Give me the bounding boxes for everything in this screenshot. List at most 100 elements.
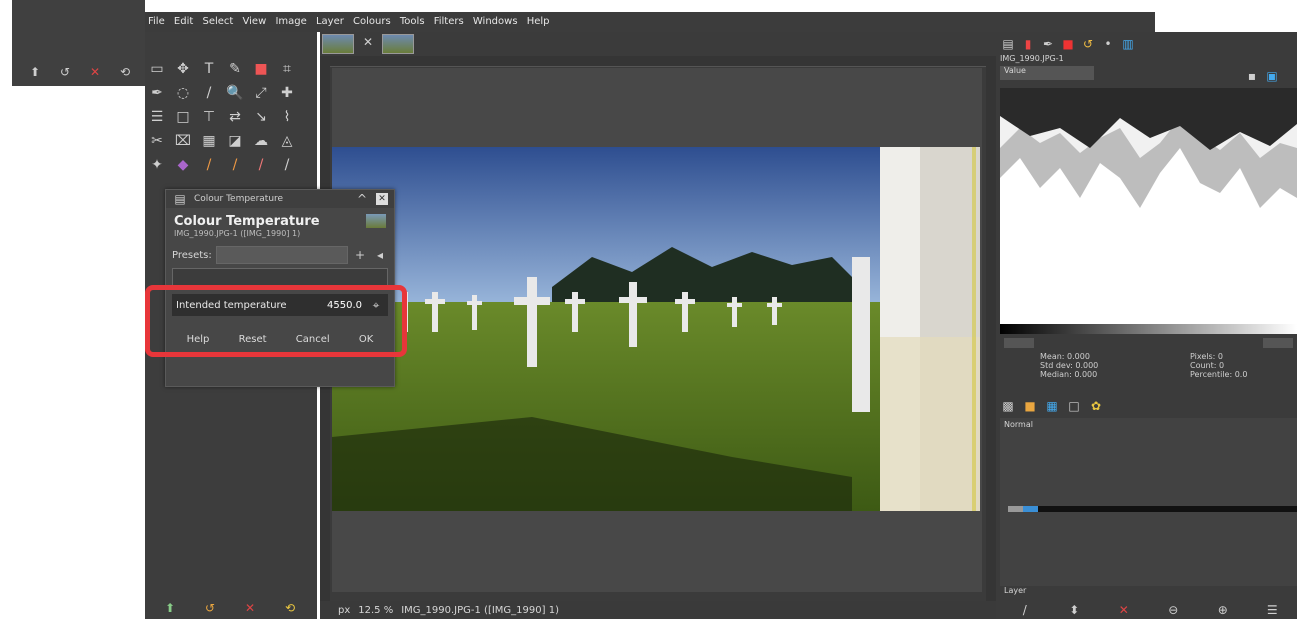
value-gradient <box>1000 324 1297 334</box>
image-tab-2[interactable] <box>382 34 414 54</box>
menu-tools[interactable]: Tools <box>397 12 428 31</box>
histogram-stats: Mean: 0.000 Std dev: 0.000 Median: 0.000… <box>1000 352 1297 392</box>
original-temp-slider[interactable] <box>172 268 388 286</box>
stat-count: Count: 0 <box>1190 361 1225 370</box>
menu-image[interactable]: Image <box>272 12 309 31</box>
tool-grid: ▭ ✥ T ✎ ■ ⌗ ✒ ◌ / 🔍 ⤢ ✚ ☰ □ ⊤ ⇄ ↘ ⌇ ✂ ⌧ … <box>146 58 316 176</box>
units-select[interactable]: px <box>338 605 350 616</box>
clone-icon[interactable]: ⌧ <box>172 130 194 152</box>
menu-view[interactable]: View <box>240 12 270 31</box>
image-tab-1[interactable] <box>322 34 354 54</box>
smudge-icon[interactable]: ☁ <box>250 130 272 152</box>
measure-icon[interactable]: / <box>198 82 220 104</box>
color-select-icon[interactable]: ■ <box>250 58 272 80</box>
zoom-icon[interactable]: 🔍 <box>224 82 246 104</box>
range-start-field[interactable] <box>1004 338 1034 348</box>
eraser-icon[interactable]: / <box>250 154 272 176</box>
ink-icon[interactable]: / <box>224 154 246 176</box>
histogram[interactable] <box>1000 88 1297 324</box>
horizontal-ruler[interactable] <box>320 56 996 67</box>
fuzzy-select-icon[interactable]: ✎ <box>224 58 246 80</box>
palettes-tab-icon[interactable]: ✿ <box>1088 398 1104 414</box>
menu-file[interactable]: File <box>145 12 168 31</box>
vertical-scrollbar[interactable] <box>986 66 996 606</box>
dialog-icon: ▤ <box>174 192 186 206</box>
minimize-icon[interactable]: ^ <box>354 191 370 207</box>
warp-icon[interactable]: ↘ <box>250 106 272 128</box>
raise-icon[interactable]: ⊕ <box>1215 602 1231 618</box>
menu-colours[interactable]: Colours <box>350 12 394 31</box>
brush-edit-icon[interactable]: / <box>1017 602 1033 618</box>
histogram-tab-icon[interactable]: ▥ <box>1120 36 1136 52</box>
align-left-icon[interactable]: ☰ <box>146 106 168 128</box>
airbrush-icon[interactable]: ◆ <box>172 154 194 176</box>
duplicate-icon[interactable]: ⬍ <box>1066 602 1082 618</box>
menu-select[interactable]: Select <box>199 12 236 31</box>
patterns-tab-icon[interactable]: ■ <box>1022 398 1038 414</box>
dialog-title: Colour Temperature <box>194 194 284 204</box>
text-icon[interactable]: T <box>198 58 220 80</box>
menu-icon[interactable]: ☰ <box>1264 602 1280 618</box>
rect-select-icon[interactable]: ▭ <box>146 58 168 80</box>
lower-icon[interactable]: ⊖ <box>1165 602 1181 618</box>
flip-icon[interactable]: ⇄ <box>224 106 246 128</box>
path-icon[interactable]: ✒ <box>146 82 168 104</box>
gradients-tab-icon[interactable]: ▦ <box>1044 398 1060 414</box>
add-preset-icon[interactable]: + <box>352 247 368 263</box>
log-scale-icon[interactable]: ▣ <box>1264 68 1280 84</box>
move-icon[interactable]: ✥ <box>172 58 194 80</box>
layers-bottom-icons: / ⬍ ✕ ⊖ ⊕ ☰ <box>1000 602 1297 618</box>
preset-menu-icon[interactable]: ◂ <box>372 247 388 263</box>
menu-filters[interactable]: Filters <box>431 12 467 31</box>
gradient-icon[interactable]: ▦ <box>198 130 220 152</box>
undo-tab-icon[interactable]: ↺ <box>1080 36 1096 52</box>
range-end-field[interactable] <box>1263 338 1293 348</box>
align-icon[interactable]: ✚ <box>276 82 298 104</box>
dialog-titlebar[interactable]: ▤ Colour Temperature ^ ✕ <box>166 190 394 208</box>
fill-icon[interactable]: ◪ <box>224 130 246 152</box>
menu-layer[interactable]: Layer <box>313 12 347 31</box>
zoom-select[interactable]: 12.5 % <box>358 605 393 616</box>
undo-icon[interactable]: ↺ <box>57 64 73 80</box>
undo-icon[interactable]: ↺ <box>202 600 218 616</box>
delete-icon[interactable]: ✕ <box>242 600 258 616</box>
close-tab-icon[interactable]: ✕ <box>360 34 376 50</box>
fonts-tab-icon[interactable]: □ <box>1066 398 1082 414</box>
brushes-tab-icon[interactable]: ▩ <box>1000 398 1016 414</box>
mypaint-icon[interactable]: / <box>276 154 298 176</box>
brush-icon[interactable]: ✦ <box>146 154 168 176</box>
menu-edit[interactable]: Edit <box>171 12 196 31</box>
export-icon[interactable]: ⬆ <box>162 600 178 616</box>
linear-scale-icon[interactable]: ▪ <box>1244 68 1260 84</box>
pointer-tab-icon[interactable]: • <box>1100 36 1116 52</box>
perspective-icon[interactable]: ⊤ <box>198 106 220 128</box>
dodge-icon[interactable]: ◬ <box>276 130 298 152</box>
stat-pixels: Pixels: 0 <box>1190 352 1223 361</box>
presets-combo[interactable] <box>215 246 348 264</box>
image-canvas[interactable] <box>332 147 980 511</box>
paths-tab-icon[interactable]: ✒ <box>1040 36 1056 52</box>
free-select-icon[interactable]: ◌ <box>172 82 194 104</box>
menu-help[interactable]: Help <box>524 12 553 31</box>
channel-combo[interactable]: Value <box>1000 66 1094 80</box>
reset-icon[interactable]: ⟲ <box>282 600 298 616</box>
delete-layer-icon[interactable]: ✕ <box>1116 602 1132 618</box>
heal-icon[interactable]: ✂ <box>146 130 168 152</box>
colormap-tab-icon[interactable]: ■ <box>1060 36 1076 52</box>
export-icon[interactable]: ⬆ <box>27 64 43 80</box>
menu-windows[interactable]: Windows <box>470 12 521 31</box>
scale-icon[interactable]: □ <box>172 106 194 128</box>
layers-tab-icon[interactable]: ▤ <box>1000 36 1016 52</box>
layers-panel: Normal Layer <box>1000 418 1297 595</box>
close-icon[interactable]: ✕ <box>376 193 388 205</box>
delete-icon[interactable]: ✕ <box>87 64 103 80</box>
transform-icon[interactable]: ⤢ <box>250 82 272 104</box>
pencil-icon[interactable]: / <box>198 154 220 176</box>
crop-icon[interactable]: ⌗ <box>276 58 298 80</box>
stat-mean: Mean: 0.000 <box>1040 352 1090 361</box>
reset-icon[interactable]: ⟲ <box>117 64 133 80</box>
channels-tab-icon[interactable]: ▮ <box>1020 36 1036 52</box>
layer-row[interactable] <box>1008 506 1297 512</box>
cage-icon[interactable]: ⌇ <box>276 106 298 128</box>
layer-mode[interactable]: Normal <box>1004 420 1033 429</box>
